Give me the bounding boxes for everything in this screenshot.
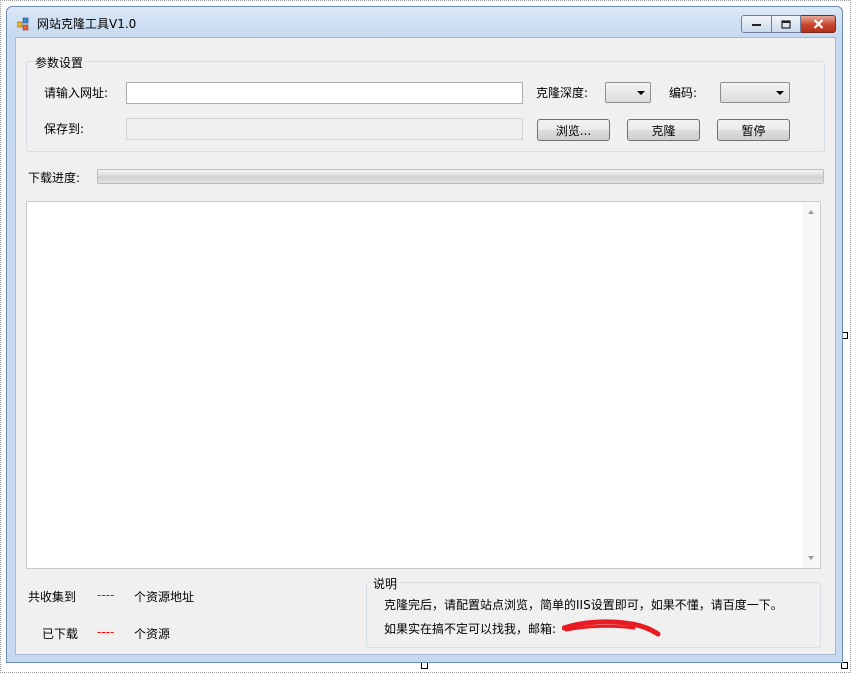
- notes-line-1: 克隆完后，请配置站点浏览，简单的IIS设置即可，如果不懂，请百度一下。: [384, 598, 783, 612]
- collected-label: 共收集到: [28, 590, 77, 604]
- url-label: 请输入网址:: [44, 86, 109, 100]
- minimize-button[interactable]: [741, 15, 772, 33]
- browse-button[interactable]: 浏览...: [537, 119, 610, 141]
- progress-label: 下载进度:: [28, 171, 81, 185]
- notes-group: 说明: [366, 575, 821, 648]
- minimize-icon: [752, 24, 761, 26]
- close-icon: [813, 19, 823, 29]
- depth-label: 克隆深度:: [536, 86, 589, 100]
- encoding-select[interactable]: [720, 82, 790, 103]
- maximize-button[interactable]: [772, 15, 801, 33]
- resize-handle-bottom[interactable]: [421, 662, 428, 669]
- chevron-down-icon: [637, 91, 645, 95]
- params-group-title: 参数设置: [33, 54, 86, 71]
- window-title: 网站克隆工具V1.0: [37, 17, 137, 31]
- collected-count: ----: [97, 588, 115, 602]
- url-input[interactable]: [126, 82, 523, 104]
- save-label: 保存到:: [44, 122, 85, 136]
- maximize-icon: [781, 19, 791, 29]
- resize-handle-corner[interactable]: [841, 662, 848, 669]
- log-scrollbar[interactable]: [803, 202, 820, 568]
- pause-button[interactable]: 暂停: [717, 119, 790, 141]
- save-path-input[interactable]: [126, 118, 523, 140]
- close-button[interactable]: [801, 15, 836, 33]
- redacted-email-scribble: [562, 619, 661, 637]
- downloaded-label: 已下载: [42, 627, 79, 641]
- depth-select[interactable]: [605, 82, 651, 103]
- title-bar[interactable]: 网站克隆工具V1.0: [7, 7, 842, 37]
- app-icon: [17, 17, 29, 31]
- encoding-label: 编码:: [669, 86, 698, 100]
- notes-line-2: 如果实在搞不定可以找我，邮箱:: [384, 622, 557, 636]
- download-progress-bar: [97, 169, 824, 184]
- downloaded-count: ----: [97, 625, 115, 639]
- clone-button[interactable]: 克隆: [627, 119, 700, 141]
- scroll-up-icon[interactable]: [808, 210, 814, 214]
- collected-suffix: 个资源地址: [134, 590, 195, 604]
- downloaded-suffix: 个资源: [134, 627, 171, 641]
- log-textarea[interactable]: [26, 201, 821, 569]
- scroll-down-icon[interactable]: [808, 556, 814, 560]
- chevron-down-icon: [776, 91, 784, 95]
- notes-group-title: 说明: [371, 575, 400, 592]
- main-window: 网站克隆工具V1.0 参数设置 请输入网址: 克隆深度: 编码: 保存到: 浏览…: [6, 6, 843, 663]
- window-client-area: 参数设置 请输入网址: 克隆深度: 编码: 保存到: 浏览... 克隆 暂停 下…: [15, 37, 836, 655]
